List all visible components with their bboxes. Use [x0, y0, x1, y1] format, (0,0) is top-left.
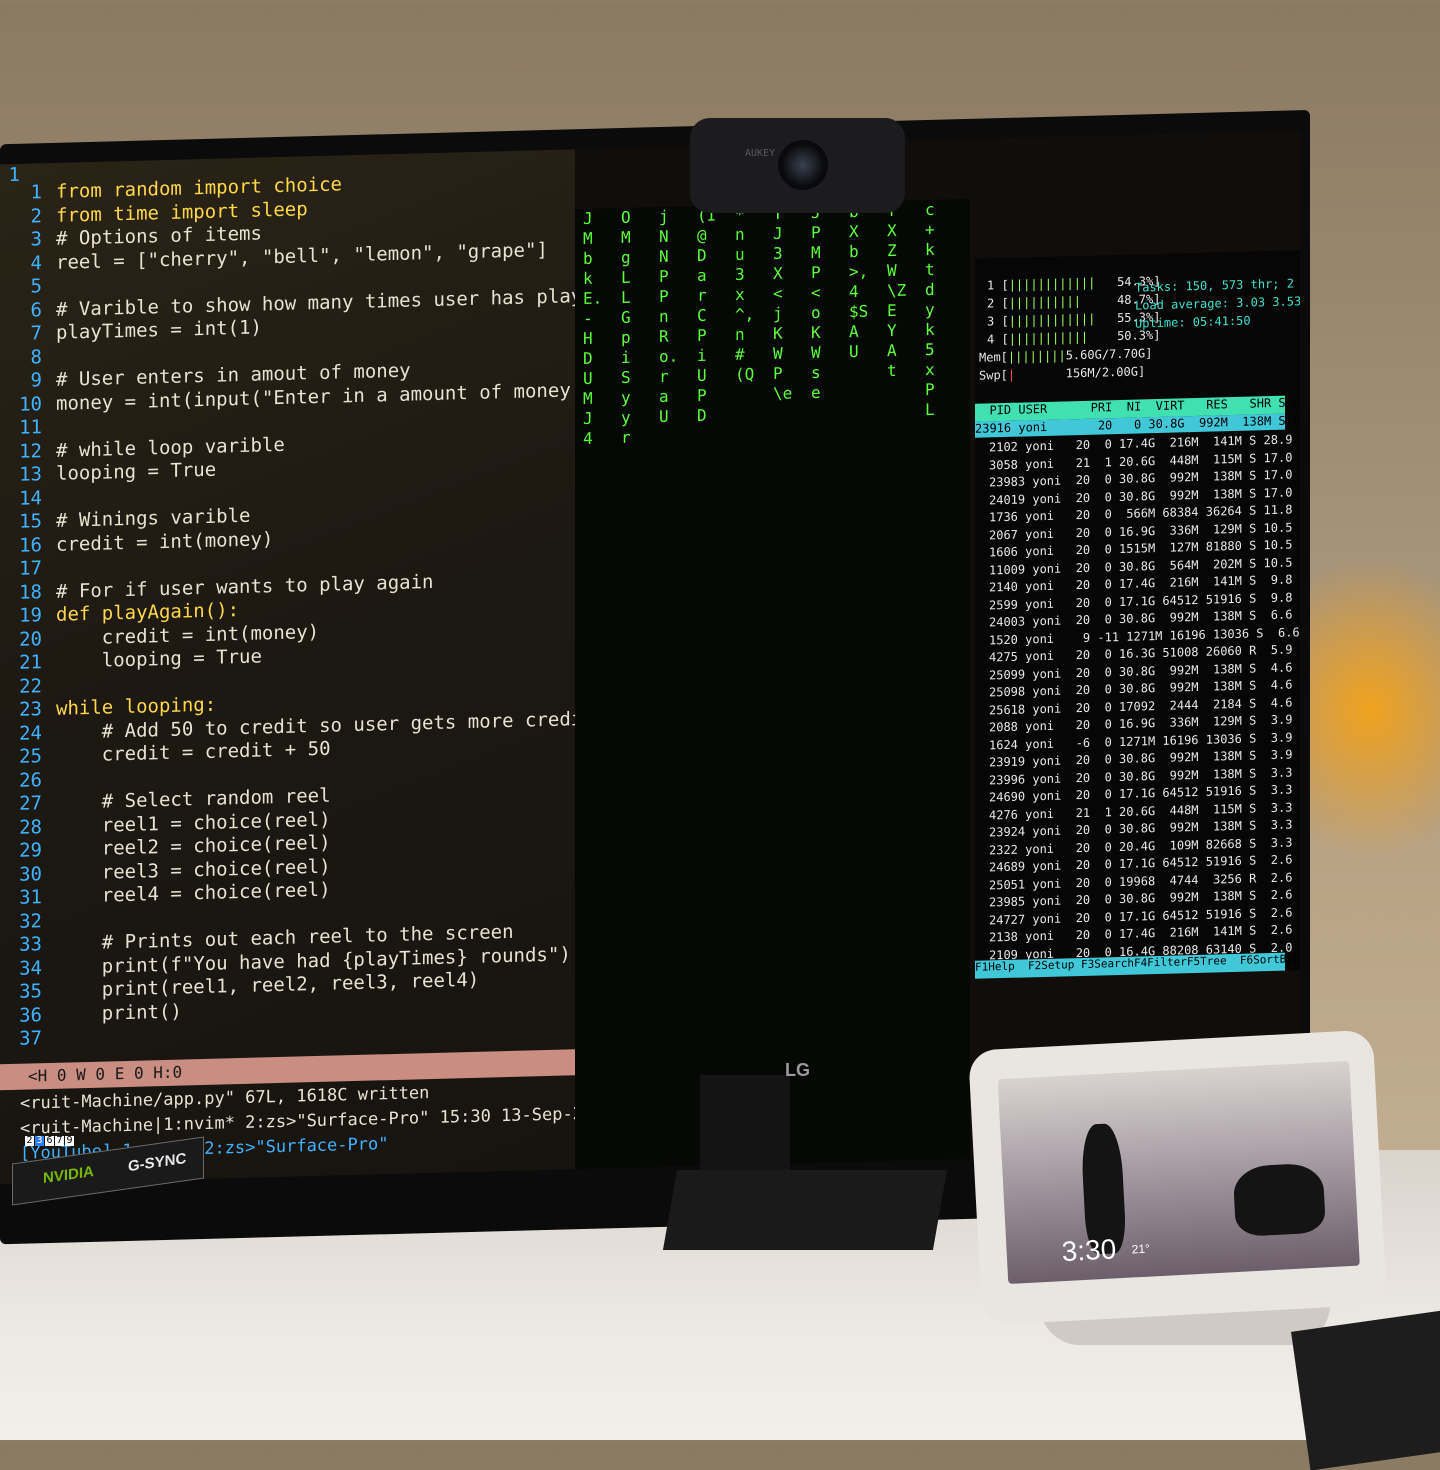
- line-number: 26: [19, 768, 42, 792]
- line-number: 25: [19, 745, 42, 768]
- code-line[interactable]: # For if user wants to play again: [56, 570, 434, 602]
- line-number: 17: [19, 557, 42, 580]
- monitor-stand-base: [662, 1170, 948, 1250]
- line-number: 14: [19, 486, 42, 510]
- line-number: 4: [30, 251, 42, 275]
- line-number: 33: [19, 933, 42, 956]
- line-number: 2: [30, 204, 42, 228]
- line-number: 28: [19, 815, 42, 839]
- keyboard: [1291, 1309, 1440, 1470]
- smart-display-screen[interactable]: 3:30 21°: [997, 1060, 1360, 1284]
- line-number: 13: [19, 463, 42, 486]
- uptime: Uptime: 05:41:50: [1135, 313, 1251, 331]
- line-number: 1: [30, 181, 42, 204]
- line-number: 29: [19, 839, 42, 862]
- code-line[interactable]: playTimes = int(1): [56, 316, 262, 343]
- gsync-label: G-SYNC: [128, 1149, 187, 1176]
- matrix-column: jNNPPnRo.raU: [659, 206, 679, 427]
- line-number: 24: [19, 721, 42, 745]
- line-number: 37: [19, 1027, 42, 1050]
- webcam-brand: AUKEY: [745, 148, 776, 159]
- workspace-tag[interactable]: 6: [45, 1136, 54, 1146]
- line-number: 21: [19, 651, 42, 674]
- code-line[interactable]: # while loop varible: [56, 433, 285, 461]
- code-line[interactable]: looping = True: [56, 645, 262, 672]
- code-line[interactable]: # Winings varible: [56, 505, 250, 532]
- code-line[interactable]: # Options of items: [56, 222, 262, 249]
- camera-lens-icon: [778, 140, 828, 190]
- code-line[interactable]: # Varible to show how many times user ha…: [56, 285, 582, 321]
- matrix-column: OMgLLGpiSyyr: [621, 207, 631, 448]
- matrix-column: (I@DarCPiUPD: [697, 205, 717, 426]
- line-number: 18: [19, 580, 42, 604]
- dog-photo: [1232, 1162, 1327, 1238]
- line-number: 27: [19, 792, 42, 815]
- line-number: 32: [19, 909, 42, 933]
- line-number: 10: [19, 392, 42, 416]
- workspace-tag[interactable]: 2: [25, 1136, 34, 1146]
- line-number: 31: [19, 886, 42, 909]
- line-number: 22: [19, 674, 42, 698]
- monitor-screen: 1 1 from random import choice 2 from time im…: [0, 130, 1300, 1185]
- line-number: 12: [19, 439, 42, 463]
- matrix-column: JMbkE.-HDUMJ4: [583, 208, 603, 449]
- line-number: 16: [19, 533, 42, 557]
- workspace-tag[interactable]: 9: [65, 1136, 74, 1146]
- line-number: 9: [30, 369, 42, 392]
- code-line[interactable]: looping = True: [56, 459, 216, 485]
- matrix-column: JPMP<oKWse: [811, 203, 821, 403]
- line-number: 6: [30, 298, 42, 322]
- code-editor-pane[interactable]: 1 1 from random import choice 2 from time im…: [0, 149, 593, 1185]
- code-line[interactable]: print(): [56, 1000, 182, 1025]
- code-line[interactable]: while looping:: [56, 694, 216, 720]
- statusbar-text: <H 0 W 0 E 0 H:0: [28, 1062, 183, 1086]
- line-number: 8: [30, 345, 42, 369]
- line-number: 5: [30, 275, 42, 298]
- matrix-column: c+ktdyk5xPL: [925, 199, 935, 420]
- weather-temp: 21°: [1131, 1241, 1151, 1257]
- matrix-column: *nu3x^,n#(Q: [735, 204, 755, 385]
- line-number: 36: [19, 1003, 42, 1027]
- matrix-column: bXb>,4$SAU: [849, 202, 869, 362]
- webcam: AUKEY: [690, 118, 905, 213]
- workspace-tag[interactable]: 3: [35, 1136, 44, 1146]
- matrix-column: TJ3X<jKWP\e: [773, 203, 793, 404]
- smart-display[interactable]: 3:30 21°: [968, 1029, 1387, 1326]
- line-number: 7: [30, 322, 42, 345]
- cpu-meter-4: 4 [||||||||||| 50.3%]: [987, 327, 1161, 347]
- line-number: 34: [19, 956, 42, 980]
- line-number: 20: [19, 627, 42, 651]
- code-line[interactable]: from time import sleep: [56, 198, 308, 227]
- swap-meter: Swp[| 156M/2.00G]: [979, 364, 1146, 383]
- line-number: 3: [30, 228, 42, 251]
- line-number: 15: [19, 510, 42, 533]
- line-number: 35: [19, 980, 42, 1003]
- monitor-brand-logo: LG: [785, 1060, 810, 1080]
- line-number: 30: [19, 862, 42, 886]
- clock-time: 3:30: [1060, 1233, 1117, 1268]
- line-number: 11: [19, 416, 42, 439]
- matrix-column: fXZW\ZEYAt: [887, 201, 907, 381]
- nvidia-label: NVIDIA: [43, 1162, 94, 1188]
- code-line[interactable]: credit = int(money): [56, 528, 273, 556]
- mem-meter: Mem[||||||||5.60G/7.70G]: [979, 346, 1153, 365]
- workspace-indicator: 23679: [25, 1135, 75, 1146]
- htop-pane[interactable]: 1 [|||||||||||| 54.3%] 2 [|||||||||| 48.…: [975, 250, 1300, 979]
- matrix-rain-pane: JMbkE.-HDUMJ4 OMgLLGpiSyyr jNNPPnRo.raU (I@…: [575, 198, 970, 1170]
- line-number: 19: [19, 604, 42, 627]
- code-line[interactable]: def playAgain():: [56, 599, 239, 626]
- workspace-tag[interactable]: 7: [55, 1136, 64, 1146]
- line-number: 23: [19, 698, 42, 721]
- vim-statusbar: <H 0 W 0 E 0 H:0: [0, 1049, 575, 1091]
